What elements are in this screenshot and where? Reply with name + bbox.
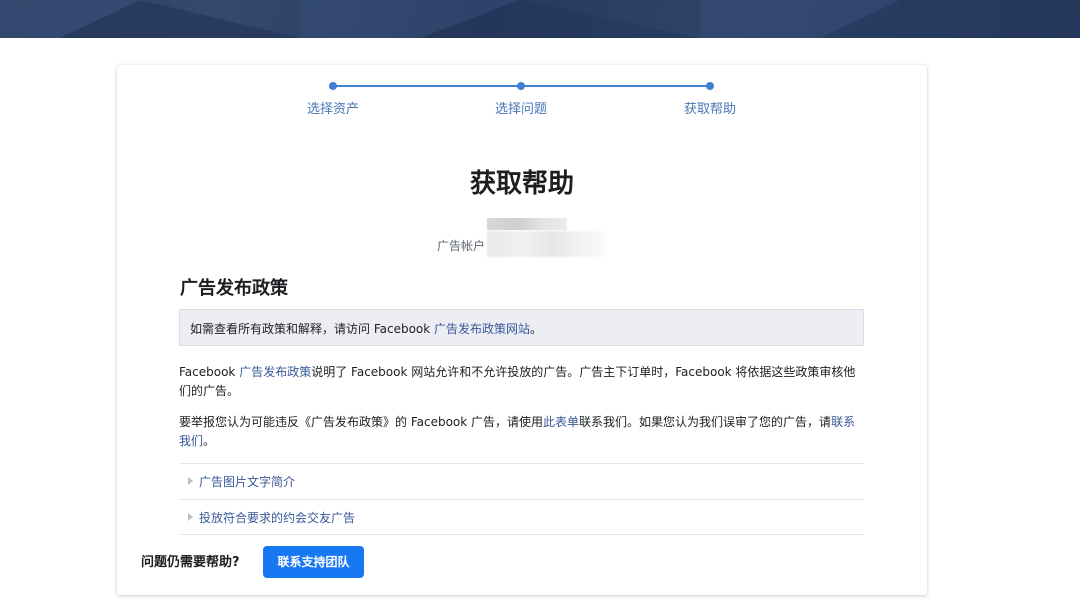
step-dot-2	[517, 82, 525, 90]
notice-suffix: 。	[530, 322, 543, 336]
top-banner	[0, 0, 1080, 38]
policy-paragraph-2: 要举报您认为可能违反《广告发布政策》的 Facebook 广告，请使用此表单联系…	[179, 413, 864, 451]
caret-right-icon	[188, 513, 193, 521]
accordion-label: 广告图片文字简介	[199, 475, 296, 489]
accordion-item-image-text[interactable]: 广告图片文字简介	[179, 463, 864, 499]
ad-policy-site-link[interactable]: 广告发布政策网站	[434, 322, 530, 336]
para2-suffix: 。	[203, 434, 216, 448]
account-label: 广告帐户	[437, 239, 486, 253]
ad-policy-link[interactable]: 广告发布政策	[239, 365, 311, 379]
policy-paragraph-1: Facebook 广告发布政策说明了 Facebook 网站允许和不允许投放的广…	[179, 363, 864, 401]
step-dot-1	[329, 82, 337, 90]
contact-support-button[interactable]: 联系支持团队	[263, 546, 364, 578]
page-title: 获取帮助	[469, 169, 574, 199]
step-select-issue[interactable]: 选择问题	[461, 98, 581, 117]
step-get-help[interactable]: 获取帮助	[650, 98, 770, 117]
help-card: 选择资产 选择问题 获取帮助 获取帮助 广告帐户 广告发布政策 如需查看所有政策…	[117, 65, 927, 595]
step-select-asset[interactable]: 选择资产	[273, 98, 393, 117]
banner-pattern	[0, 0, 1080, 38]
accordion-label: 投放符合要求的约会交友广告	[199, 511, 356, 525]
caret-right-icon	[188, 477, 193, 485]
step-dot-3	[706, 82, 714, 90]
progress-stepper: 选择资产 选择问题 获取帮助	[117, 65, 927, 125]
notice-text: 如需查看所有政策和解释，请访问 Facebook	[190, 322, 435, 336]
section-title: 广告发布政策	[180, 278, 288, 299]
para1-prefix: Facebook	[179, 365, 240, 379]
still-need-help-text: 问题仍需要帮助?	[141, 555, 240, 570]
redacted-account-name	[487, 218, 567, 230]
redacted-account-id	[487, 231, 605, 257]
para2-middle: 联系我们。如果您认为我们误审了您的广告，请	[579, 415, 832, 429]
policy-notice-box: 如需查看所有政策和解释，请访问 Facebook 广告发布政策网站。	[179, 309, 864, 346]
report-form-link[interactable]: 此表单	[543, 415, 579, 429]
accordion-item-dating-ads[interactable]: 投放符合要求的约会交友广告	[179, 499, 864, 535]
para2-prefix: 要举报您认为可能违反《广告发布政策》的 Facebook 广告，请使用	[179, 415, 544, 429]
